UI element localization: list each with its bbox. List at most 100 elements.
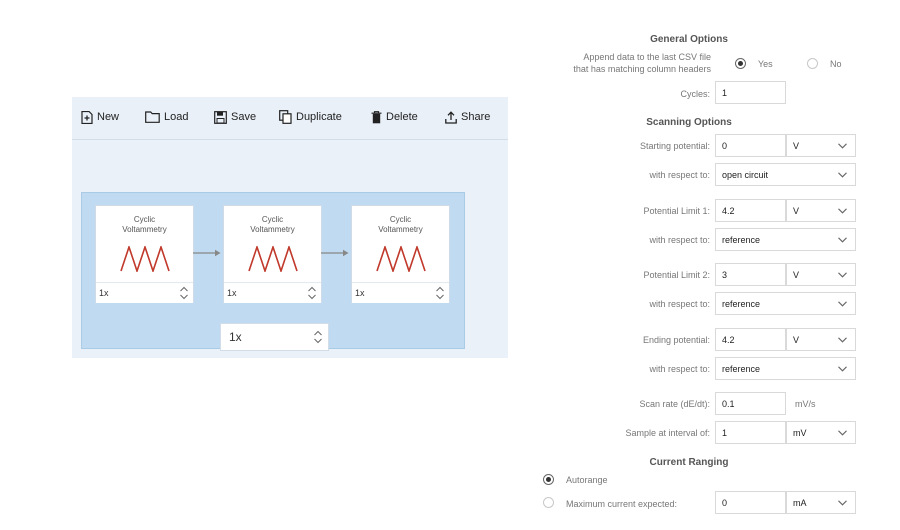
starting-potential-label: Starting potential: <box>639 141 710 151</box>
new-file-icon <box>81 110 93 124</box>
starting-potential-unit: V <box>793 141 800 151</box>
sequence-editor: New Load Save Duplicate Delete Share Cyc… <box>72 97 508 358</box>
scanning-options-title: Scanning Options <box>646 117 732 128</box>
duplicate-icon <box>279 110 292 124</box>
scan-rate-label: Scan rate (dE/dt): <box>639 399 710 409</box>
ending-respect-value: reference <box>722 364 761 374</box>
share-icon <box>445 110 457 124</box>
cv-waveform-icon <box>376 246 426 272</box>
folder-icon <box>145 111 160 123</box>
sequence-repeat-value: 1x <box>229 330 242 344</box>
scan-rate-input[interactable]: 0.1 <box>715 392 786 415</box>
chevron-down-icon <box>838 208 847 214</box>
save-icon <box>214 110 227 124</box>
starting-potential-input[interactable]: 0 <box>715 134 786 157</box>
share-label: Share <box>461 111 491 123</box>
append-no-radio[interactable] <box>807 58 818 69</box>
spinner-arrows-icon[interactable] <box>307 285 317 301</box>
step-count-value: 1x <box>355 288 365 298</box>
starting-respect-label: with respect to: <box>649 170 710 180</box>
step-title-line1: Cyclic <box>389 215 412 224</box>
max-current-radio[interactable] <box>543 497 554 508</box>
limit2-label: Potential Limit 2: <box>643 270 710 280</box>
append-yes-radio[interactable] <box>735 58 746 69</box>
step-title-line1: Cyclic <box>133 215 156 224</box>
chevron-down-icon <box>838 337 847 343</box>
step-title-line2: Voltammetry <box>250 225 295 234</box>
limit1-respect-select[interactable]: reference <box>715 228 856 251</box>
sample-interval-input[interactable]: 1 <box>715 421 786 444</box>
sample-interval-label: Sample at interval of: <box>625 428 710 438</box>
limit1-input[interactable]: 4.2 <box>715 199 786 222</box>
step-count-stepper[interactable]: 1x <box>352 282 449 303</box>
max-current-label: Maximum current expected: <box>566 499 678 509</box>
step-title-line2: Voltammetry <box>378 225 423 234</box>
load-button[interactable]: Load <box>145 108 188 126</box>
limit2-respect-value: reference <box>722 299 761 309</box>
append-data-label-line2: that has matching column headers <box>573 64 711 74</box>
starting-respect-select[interactable]: open circuit <box>715 163 856 186</box>
ending-potential-unit-select[interactable]: V <box>786 328 856 351</box>
chevron-down-icon <box>838 237 847 243</box>
limit2-respect-label: with respect to: <box>649 299 710 309</box>
new-label: New <box>97 111 120 123</box>
limit2-unit-select[interactable]: V <box>786 263 856 286</box>
spinner-arrows-icon[interactable] <box>179 285 189 301</box>
max-current-input[interactable]: 0 <box>715 491 786 514</box>
step-card[interactable]: Cyclic Voltammetry 1x <box>351 205 450 303</box>
append-data-label: Append data to the last CSV file that ha… <box>573 51 711 75</box>
max-current-unit: mA <box>793 498 807 508</box>
limit2-unit: V <box>793 270 800 280</box>
step-title: Cyclic Voltammetry <box>352 215 449 235</box>
chevron-down-icon <box>838 143 847 149</box>
starting-potential-unit-select[interactable]: V <box>786 134 856 157</box>
max-current-unit-select[interactable]: mA <box>786 491 856 514</box>
general-options-title: General Options <box>650 34 728 45</box>
load-label: Load <box>164 111 189 123</box>
delete-button[interactable]: Delete <box>371 108 418 126</box>
limit1-respect-value: reference <box>722 235 761 245</box>
ending-respect-label: with respect to: <box>649 364 710 374</box>
step-count-stepper[interactable]: 1x <box>96 282 193 303</box>
step-count-value: 1x <box>99 288 109 298</box>
chevron-down-icon <box>838 272 847 278</box>
scan-rate-unit: mV/s <box>795 399 816 409</box>
step-title: Cyclic Voltammetry <box>224 215 321 235</box>
append-yes-label: Yes <box>758 59 773 69</box>
step-card[interactable]: Cyclic Voltammetry 1x <box>223 205 322 303</box>
duplicate-button[interactable]: Duplicate <box>279 108 342 126</box>
ending-respect-select[interactable]: reference <box>715 357 856 380</box>
step-count-stepper[interactable]: 1x <box>224 282 321 303</box>
arrow-right-icon <box>321 249 349 257</box>
arrow-right-icon <box>193 249 221 257</box>
spinner-arrows-icon[interactable] <box>435 285 445 301</box>
sample-interval-unit: mV <box>793 428 807 438</box>
cycles-label: Cycles: <box>680 89 710 99</box>
limit1-unit-select[interactable]: V <box>786 199 856 222</box>
limit1-label: Potential Limit 1: <box>643 206 710 216</box>
step-title-line2: Voltammetry <box>122 225 167 234</box>
new-button[interactable]: New <box>81 108 119 126</box>
share-button[interactable]: Share <box>445 108 490 126</box>
spinner-arrows-icon[interactable] <box>313 329 323 345</box>
sample-interval-unit-select[interactable]: mV <box>786 421 856 444</box>
limit1-unit: V <box>793 206 800 216</box>
ending-potential-input[interactable]: 4.2 <box>715 328 786 351</box>
cv-waveform-icon <box>248 246 298 272</box>
step-card[interactable]: Cyclic Voltammetry 1x <box>95 205 194 303</box>
ending-potential-unit: V <box>793 335 800 345</box>
delete-label: Delete <box>386 111 418 123</box>
autorange-radio[interactable] <box>543 474 554 485</box>
chevron-down-icon <box>838 500 847 506</box>
sequence-repeat-stepper[interactable]: 1x <box>220 323 329 351</box>
limit2-respect-select[interactable]: reference <box>715 292 856 315</box>
save-button[interactable]: Save <box>214 108 256 126</box>
step-title-line1: Cyclic <box>261 215 284 224</box>
duplicate-label: Duplicate <box>296 111 342 123</box>
starting-respect-value: open circuit <box>722 170 769 180</box>
limit2-input[interactable]: 3 <box>715 263 786 286</box>
chevron-down-icon <box>838 301 847 307</box>
chevron-down-icon <box>838 366 847 372</box>
save-label: Save <box>231 111 257 123</box>
cycles-input[interactable]: 1 <box>715 81 786 104</box>
